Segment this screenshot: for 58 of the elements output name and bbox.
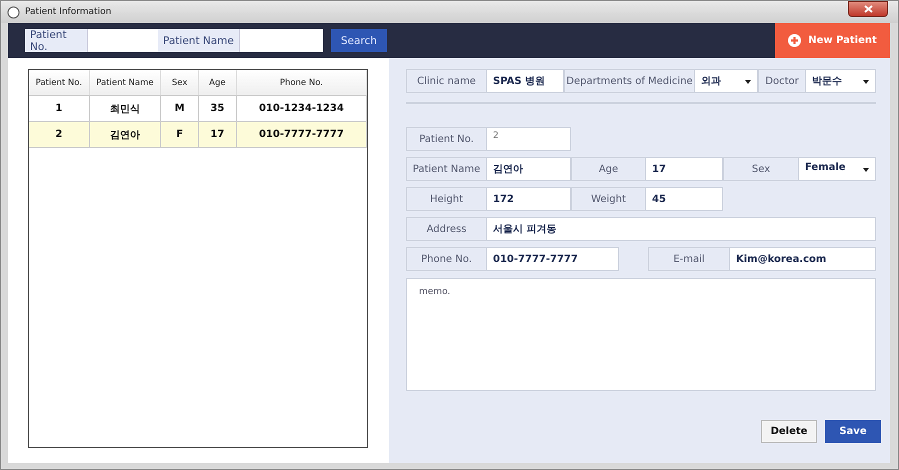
field-label: Weight xyxy=(571,187,646,211)
save-button[interactable]: Save xyxy=(825,420,881,443)
dropdown-value: 외과 xyxy=(701,75,721,88)
field-label: Patient No. xyxy=(406,127,487,151)
caret-icon xyxy=(863,80,869,84)
column-header: Patient No. xyxy=(29,70,90,95)
input-field[interactable]: 서울시 피겨동 xyxy=(487,217,876,241)
input-field[interactable]: 2 xyxy=(487,127,571,151)
field-label: Address xyxy=(406,217,487,241)
dropdown-value: 박문수 xyxy=(812,75,842,88)
memo-field[interactable]: memo. xyxy=(406,278,876,391)
field-label: Phone No. xyxy=(406,247,487,271)
input-field[interactable]: 172 xyxy=(487,187,571,211)
field-label: Clinic name xyxy=(406,69,487,93)
plus-icon xyxy=(788,34,802,47)
input-field[interactable]: 김연아 xyxy=(487,157,571,181)
caret-icon xyxy=(745,80,751,84)
table-cell: 2 xyxy=(29,122,90,147)
field-label: Departments of Medicine xyxy=(564,69,695,93)
input-field[interactable]: 45 xyxy=(646,187,723,211)
search-button[interactable]: Search xyxy=(330,29,387,52)
table-cell: M xyxy=(161,96,199,121)
table-cell: 35 xyxy=(199,96,237,121)
table-row[interactable]: 2 김연아 F 17 010-7777-7777 xyxy=(29,122,367,148)
field-label: Height xyxy=(406,187,487,211)
field-label: Doctor xyxy=(758,69,806,93)
dropdown-value: Female xyxy=(805,162,846,173)
table-cell: 김연아 xyxy=(90,122,162,147)
clinic-value: SPAS 병원 xyxy=(487,69,564,93)
column-header: Sex xyxy=(161,70,199,95)
table-cell: 1 xyxy=(29,96,90,121)
close-icon xyxy=(864,5,872,13)
input-field[interactable]: Kim@korea.com xyxy=(730,247,876,271)
dropdown[interactable]: 박문수 xyxy=(806,69,876,93)
input-field[interactable]: 17 xyxy=(646,157,723,181)
column-header: Patient Name xyxy=(90,70,162,95)
field-label: Sex xyxy=(723,157,799,181)
delete-button[interactable]: Delete xyxy=(761,420,817,443)
table-cell: F xyxy=(161,122,199,147)
table-cell: 010-7777-7777 xyxy=(236,122,367,147)
table-cell: 17 xyxy=(199,122,237,147)
table-cell: 최민식 xyxy=(90,96,162,121)
close-button[interactable] xyxy=(848,1,888,17)
window-title: Patient Information xyxy=(25,7,112,17)
column-header: Age xyxy=(199,70,237,95)
caret-icon xyxy=(863,168,869,172)
column-header: Phone No. xyxy=(236,70,367,95)
field-label: Patient Name xyxy=(406,157,487,181)
dropdown[interactable]: 외과 xyxy=(695,69,758,93)
search-label: Patient Name xyxy=(158,29,240,52)
app-icon xyxy=(7,6,20,18)
field-label: Age xyxy=(571,157,646,181)
input-field[interactable]: 010-7777-7777 xyxy=(487,247,619,271)
table-row[interactable]: 1 최민식 M 35 010-1234-1234 xyxy=(29,96,367,122)
field-label: E-mail xyxy=(648,247,730,271)
table-cell: 010-1234-1234 xyxy=(236,96,367,121)
dropdown[interactable]: Female xyxy=(799,157,876,181)
search-label: Patient No. xyxy=(25,29,88,52)
